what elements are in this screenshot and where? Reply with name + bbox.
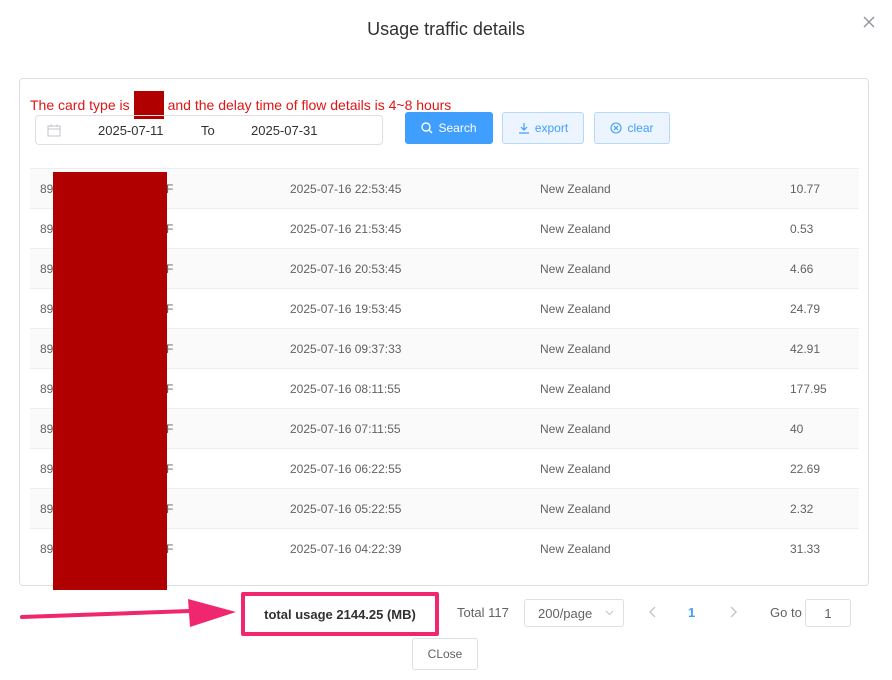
time-cell: 2025-07-16 20:53:45: [290, 262, 402, 276]
time-cell: 2025-07-16 09:37:33: [290, 342, 402, 356]
country-cell: New Zealand: [540, 422, 611, 436]
usage-cell: 4.66: [790, 262, 814, 276]
id-prefix-cell: 89: [40, 222, 54, 236]
time-cell: 2025-07-16 08:11:55: [290, 382, 401, 396]
close-button[interactable]: CLose: [412, 638, 478, 670]
notice-text-before: The card type is: [30, 97, 130, 113]
notice-text-after: and the delay time of flow details is 4~…: [167, 97, 452, 113]
page-size-select[interactable]: 200/page: [524, 599, 624, 627]
goto-label: Go to: [770, 605, 802, 620]
time-cell: 2025-07-16 07:11:55: [290, 422, 401, 436]
goto-page-input[interactable]: 1: [805, 599, 851, 627]
usage-cell: 22.69: [790, 462, 821, 476]
id-suffix-cell: F: [166, 222, 174, 236]
clear-button[interactable]: clear: [594, 112, 670, 144]
arrow-icon: [20, 599, 236, 627]
pagination-total: Total 117: [457, 605, 509, 620]
date-separator: To: [201, 123, 215, 138]
usage-cell: 10.77: [790, 182, 821, 196]
id-prefix-cell: 89: [40, 422, 54, 436]
time-cell: 2025-07-16 21:53:45: [290, 222, 402, 236]
country-cell: New Zealand: [540, 262, 611, 276]
date-range-picker[interactable]: 2025-07-11 To 2025-07-31: [35, 115, 383, 145]
id-suffix-cell: F: [166, 382, 174, 396]
country-cell: New Zealand: [540, 342, 611, 356]
close-icon[interactable]: [860, 14, 878, 32]
chevron-down-icon: [605, 610, 614, 616]
id-suffix-cell: F: [166, 262, 174, 276]
country-cell: New Zealand: [540, 182, 611, 196]
id-suffix-cell: F: [166, 462, 174, 476]
download-icon: [518, 123, 529, 134]
usage-cell: 42.91: [790, 342, 821, 356]
country-cell: New Zealand: [540, 462, 611, 476]
export-button[interactable]: export: [502, 112, 584, 144]
search-button-label: Search: [438, 121, 477, 135]
usage-cell: 24.79: [790, 302, 821, 316]
country-cell: New Zealand: [540, 542, 611, 556]
id-suffix-cell: F: [166, 302, 174, 316]
country-cell: New Zealand: [540, 382, 611, 396]
time-cell: 2025-07-16 19:53:45: [290, 302, 402, 316]
time-cell: 2025-07-16 05:22:55: [290, 502, 402, 516]
usage-cell: 0.53: [790, 222, 814, 236]
chevron-right-icon[interactable]: [726, 605, 740, 619]
id-prefix-cell: 89: [40, 462, 54, 476]
id-prefix-cell: 89: [40, 502, 54, 516]
country-cell: New Zealand: [540, 222, 611, 236]
usage-cell: 40: [790, 422, 804, 436]
pagination-current-page[interactable]: 1: [688, 605, 695, 620]
start-date[interactable]: 2025-07-11: [98, 123, 164, 138]
search-icon: [421, 122, 433, 134]
usage-cell: 2.32: [790, 502, 814, 516]
calendar-icon: [47, 124, 61, 137]
usage-cell: 31.33: [790, 542, 821, 556]
id-prefix-cell: 89: [40, 262, 54, 276]
circle-close-icon: [610, 122, 623, 134]
total-usage-summary: total usage 2144.25 (MB): [241, 592, 439, 636]
id-prefix-cell: 89: [40, 382, 54, 396]
id-prefix-cell: 89: [40, 182, 54, 196]
clear-button-label: clear: [627, 121, 654, 135]
id-suffix-cell: F: [166, 342, 174, 356]
usage-cell: 177.95: [790, 382, 827, 396]
id-suffix-cell: F: [166, 542, 174, 556]
id-prefix-cell: 89: [40, 542, 54, 556]
time-cell: 2025-07-16 22:53:45: [290, 182, 402, 196]
id-suffix-cell: F: [166, 182, 174, 196]
id-prefix-cell: 89: [40, 302, 54, 316]
redacted-card-ids: [53, 172, 167, 590]
id-prefix-cell: 89: [40, 342, 54, 356]
id-suffix-cell: F: [166, 502, 174, 516]
chevron-left-icon[interactable]: [646, 605, 660, 619]
page-size-value: 200/page: [538, 606, 593, 621]
country-cell: New Zealand: [540, 502, 611, 516]
end-date[interactable]: 2025-07-31: [251, 123, 318, 138]
id-suffix-cell: F: [166, 422, 174, 436]
export-button-label: export: [534, 121, 569, 135]
search-button[interactable]: Search: [405, 112, 493, 144]
time-cell: 2025-07-16 04:22:39: [290, 542, 402, 556]
dialog-title: Usage traffic details: [367, 19, 525, 39]
country-cell: New Zealand: [540, 302, 611, 316]
time-cell: 2025-07-16 06:22:55: [290, 462, 402, 476]
